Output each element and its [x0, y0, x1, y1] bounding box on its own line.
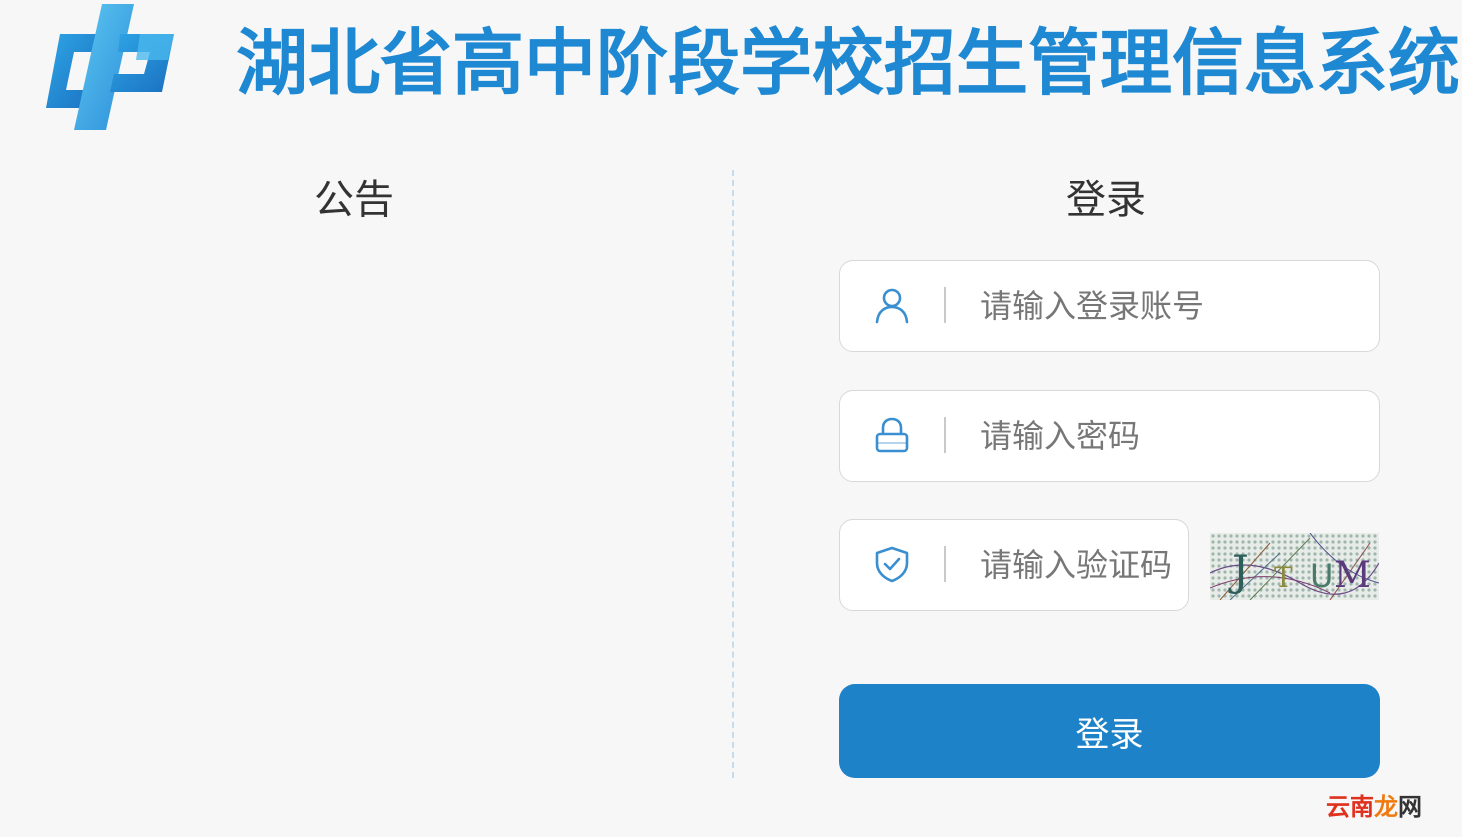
captcha-char: J	[1228, 546, 1249, 595]
account-input[interactable]	[980, 281, 1360, 331]
field-separator	[944, 546, 946, 582]
login-page: 湖北省高中阶段学校招生管理信息系统 公告 登录 请输入登录账号 请输入验证码 J…	[0, 0, 1462, 837]
notice-title: 公告	[314, 177, 394, 223]
watermark-part: 龙	[1374, 793, 1398, 821]
lock-icon	[875, 417, 909, 453]
password-input[interactable]	[980, 411, 1360, 461]
password-field[interactable]	[839, 390, 1380, 482]
site-title: 湖北省高中阶段学校招生管理信息系统	[236, 21, 1461, 105]
account-field[interactable]	[839, 260, 1380, 352]
captcha-char: U	[1310, 557, 1333, 595]
watermark-part: 云南	[1326, 793, 1374, 821]
captcha-char: M	[1334, 555, 1371, 596]
login-button[interactable]: 登录	[839, 684, 1380, 778]
section-divider	[732, 170, 734, 778]
field-separator	[944, 417, 946, 453]
captcha-input[interactable]	[980, 540, 1180, 590]
captcha-field[interactable]	[839, 519, 1189, 611]
shield-check-icon	[875, 546, 909, 583]
watermark: 云南龙网	[1326, 790, 1422, 824]
login-title: 登录	[1066, 177, 1146, 223]
watermark-part: 网	[1398, 793, 1422, 821]
captcha-image[interactable]: J T U M	[1210, 533, 1379, 600]
field-separator	[944, 287, 946, 323]
logo-icon	[46, 4, 174, 130]
captcha-char: T	[1274, 561, 1293, 594]
user-icon	[875, 288, 909, 324]
